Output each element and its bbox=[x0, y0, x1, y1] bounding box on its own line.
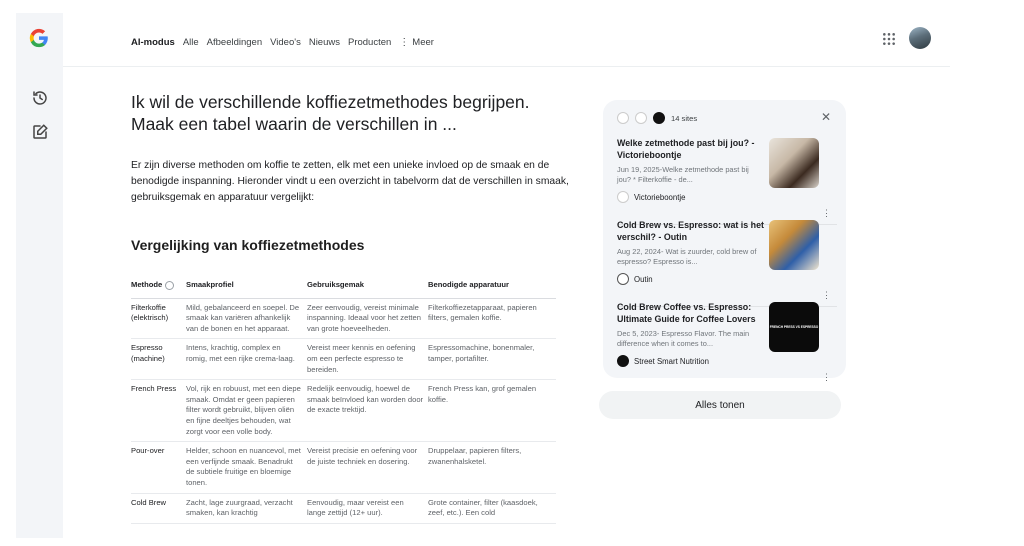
apps-grid-icon[interactable] bbox=[882, 32, 896, 46]
table-cell: Vereist meer kennis en oefening om een p… bbox=[307, 338, 428, 381]
table-cell: French Press kan, grof gemalen koffie. bbox=[428, 379, 556, 443]
source-thumbnail[interactable]: FRENCH PRESS VS ESPRESSO bbox=[769, 302, 819, 352]
table-cell: Mild, gebalanceerd en soepel. De smaak k… bbox=[186, 298, 307, 340]
source-site-name: Street Smart Nutrition bbox=[634, 356, 709, 366]
table-row: Espresso (machine) Intens, krachtig, com… bbox=[131, 338, 556, 381]
table-cell: Helder, schoon en nuancevol, met een ver… bbox=[186, 441, 307, 494]
table-cell: Zeer eenvoudig, vereist minimale inspann… bbox=[307, 298, 428, 340]
more-options-icon[interactable]: ⋮ bbox=[822, 208, 831, 219]
tab-meer-label: Meer bbox=[412, 37, 434, 48]
side-rail bbox=[16, 13, 63, 538]
col-header-methode: Methode bbox=[131, 278, 186, 299]
table-row: Pour-over Helder, schoon en nuancevol, m… bbox=[131, 441, 556, 494]
site-favicon-icon bbox=[617, 273, 629, 285]
tab-producten[interactable]: Producten bbox=[348, 37, 391, 48]
source-site: Street Smart Nutrition bbox=[617, 355, 837, 367]
source-site: Outin bbox=[617, 273, 837, 285]
sources-header: 14 sites bbox=[617, 112, 697, 124]
table-cell: Eenvoudig, maar vereist een lange zettij… bbox=[307, 493, 428, 524]
table-cell: Grote container, filter (kaasdoek, zeef,… bbox=[428, 493, 556, 524]
site-favicon-icon bbox=[617, 191, 629, 203]
source-site-name: Victorieboontje bbox=[634, 192, 686, 202]
avatar[interactable] bbox=[909, 27, 931, 49]
table-cell: Filterkoffie (elektrisch) bbox=[131, 298, 186, 340]
table-cell: Vol, rijk en robuust, met een diepe smaa… bbox=[186, 379, 307, 443]
site-favicon-icon bbox=[635, 112, 647, 124]
tab-nieuws[interactable]: Nieuws bbox=[309, 37, 340, 48]
header-divider bbox=[63, 66, 950, 67]
thumbnail-caption: FRENCH PRESS VS ESPRESSO bbox=[769, 325, 819, 329]
table-cell: Pour-over bbox=[131, 441, 186, 494]
google-logo[interactable] bbox=[28, 27, 50, 49]
table-cell: Redelijk eenvoudig, hoewel de smaak beïn… bbox=[307, 379, 428, 443]
table-cell: Filterkoffiezetapparaat, papieren filter… bbox=[428, 298, 556, 340]
table-cell: French Press bbox=[131, 379, 186, 443]
source-title[interactable]: Cold Brew vs. Espresso: wat is het versc… bbox=[617, 220, 767, 243]
table-cell: Druppelaar, papieren filters, zwanenhals… bbox=[428, 441, 556, 494]
table-cell: Zacht, lage zuurgraad, verzacht smaken, … bbox=[186, 493, 307, 524]
source-site: Victorieboontje bbox=[617, 191, 837, 203]
app-frame: AI-modus Alle Afbeeldingen Video's Nieuw… bbox=[16, 13, 950, 538]
source-snippet: Dec 5, 2023- Espresso Flavor. The main d… bbox=[617, 329, 750, 348]
vertical-dots-icon: ⋮ bbox=[399, 37, 410, 48]
source-snippet: Jun 19, 2025-Welke zetmethode past bij j… bbox=[617, 165, 749, 184]
table-cell: Espresso (machine) bbox=[131, 338, 186, 381]
section-heading: Vergelijking van koffiezetmethodes bbox=[131, 237, 365, 253]
sources-count: 14 sites bbox=[671, 113, 698, 123]
source-snippet: Aug 22, 2024- Wat is zuurder, cold brew … bbox=[617, 247, 757, 266]
close-icon[interactable]: ✕ bbox=[821, 110, 831, 124]
table-row: Filterkoffie (elektrisch) Mild, gebalanc… bbox=[131, 298, 556, 340]
history-icon[interactable] bbox=[31, 89, 49, 107]
source-title[interactable]: Welke zetmethode past bij jou? - Victori… bbox=[617, 138, 767, 161]
comparison-table: Methode Smaakprofiel Gebruiksgemak Benod… bbox=[131, 278, 556, 524]
tab-alle[interactable]: Alle bbox=[183, 37, 199, 48]
table-cell: Cold Brew bbox=[131, 493, 186, 524]
source-thumbnail[interactable] bbox=[769, 220, 819, 270]
user-query: Ik wil de verschillende koffiezetmethode… bbox=[131, 92, 530, 134]
site-favicon-icon bbox=[653, 112, 665, 124]
source-thumbnail[interactable] bbox=[769, 138, 819, 188]
new-chat-icon[interactable] bbox=[31, 123, 49, 141]
table-cell: Intens, krachtig, complex en romig, met … bbox=[186, 338, 307, 381]
col-header-apparatuur: Benodigde apparatuur bbox=[428, 278, 556, 299]
more-options-icon[interactable]: ⋮ bbox=[822, 290, 831, 301]
more-options-icon[interactable]: ⋮ bbox=[822, 372, 831, 383]
source-title[interactable]: Cold Brew Coffee vs. Espresso: Ultimate … bbox=[617, 302, 767, 325]
source-site-name: Outin bbox=[634, 274, 653, 284]
table-row: Cold Brew Zacht, lage zuurgraad, verzach… bbox=[131, 493, 556, 524]
site-favicon-icon bbox=[617, 355, 629, 367]
link-icon[interactable] bbox=[165, 280, 175, 290]
show-all-button[interactable]: Alles tonen bbox=[599, 391, 841, 419]
table-cell: Vereist precisie en oefening voor de jui… bbox=[307, 441, 428, 494]
tab-afbeeldingen[interactable]: Afbeeldingen bbox=[207, 37, 262, 48]
tab-meer[interactable]: ⋮ Meer bbox=[399, 37, 434, 48]
table-header-row: Methode Smaakprofiel Gebruiksgemak Benod… bbox=[131, 278, 556, 299]
table-row: French Press Vol, rijk en robuust, met e… bbox=[131, 379, 556, 443]
search-tabs: AI-modus Alle Afbeeldingen Video's Nieuw… bbox=[131, 37, 442, 48]
sources-panel: 14 sites ✕ Welke zetmethode past bij jou… bbox=[603, 100, 846, 382]
col-header-gebruiksgemak: Gebruiksgemak bbox=[307, 278, 428, 299]
col-header-smaakprofiel: Smaakprofiel bbox=[186, 278, 307, 299]
tab-videos[interactable]: Video's bbox=[270, 37, 301, 48]
site-favicon-icon bbox=[617, 112, 629, 124]
answer-intro: Er zijn diverse methoden om koffie te ze… bbox=[131, 160, 569, 203]
tab-ai-modus[interactable]: AI-modus bbox=[131, 37, 175, 48]
table-cell: Espressomachine, bonenmaler, tamper, por… bbox=[428, 338, 556, 381]
